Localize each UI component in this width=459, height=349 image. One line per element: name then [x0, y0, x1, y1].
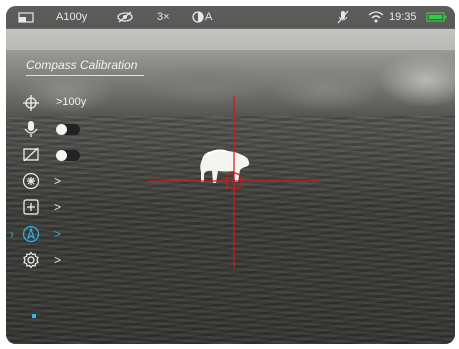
- viewfinder-frame: A100y 3× A 19:35 Compass Calibration >10…: [6, 6, 455, 344]
- compass-icon: [22, 225, 40, 243]
- microphone-toggle[interactable]: [56, 124, 80, 135]
- profile-label: A100y: [56, 11, 88, 23]
- menu-title-underline: [26, 75, 144, 76]
- chevron-right-icon: >: [54, 200, 62, 214]
- zoom-level: 3×: [157, 11, 170, 23]
- status-bar: A100y 3× A 19:35: [6, 6, 455, 29]
- brightness-icon: [22, 172, 40, 190]
- eye-off-icon: [116, 6, 134, 28]
- crosshair-icon: [22, 94, 40, 112]
- reticle: [148, 96, 320, 268]
- status-bar-divider: [6, 28, 455, 29]
- screen-mode-icon: [18, 6, 34, 28]
- toggle-knob: [56, 124, 67, 135]
- toggle-knob: [56, 150, 67, 161]
- battery-icon: [426, 6, 448, 28]
- clock-time: 19:35: [389, 11, 417, 23]
- palette-mode-icon: [192, 6, 204, 28]
- chevron-right-icon: >: [54, 227, 62, 241]
- selection-chevron-icon: ›: [10, 227, 14, 241]
- palette-mode-label: A: [205, 11, 213, 23]
- display-off-toggle[interactable]: [56, 150, 80, 161]
- range-value: >100y: [56, 96, 87, 108]
- wifi-icon: [368, 6, 384, 28]
- indicator-dot: [32, 314, 36, 318]
- menu-title: Compass Calibration: [26, 58, 138, 72]
- chevron-right-icon: >: [54, 253, 62, 267]
- microphone-icon: [22, 120, 40, 138]
- add-box-icon: [22, 198, 40, 216]
- mic-off-icon: [337, 6, 349, 28]
- chevron-right-icon: >: [54, 174, 62, 188]
- display-off-icon: [22, 146, 40, 164]
- settings-gear-icon: [22, 251, 40, 269]
